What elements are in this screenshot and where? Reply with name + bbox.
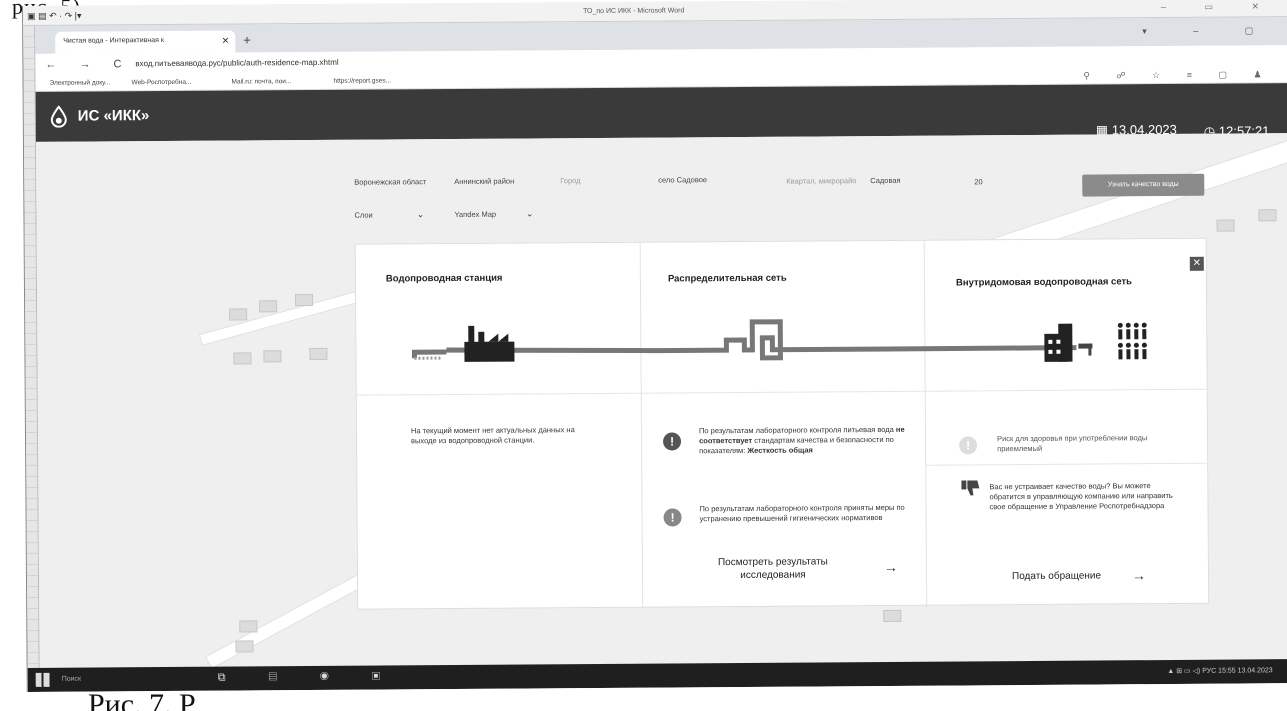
new-tab-button[interactable]: +: [243, 32, 251, 47]
bookmark-item[interactable]: Web-Роспотребна...: [132, 79, 192, 86]
map-house: [883, 609, 902, 623]
city-select[interactable]: Город: [560, 176, 580, 185]
browser-tab[interactable]: Чистая вода - Интерактивная к ✕: [55, 30, 236, 54]
water-drop-icon: [50, 105, 67, 128]
word-window-title: ТО_по ИС ИКК - Microsoft Word: [583, 7, 685, 16]
settlement-select[interactable]: село Садовое: [658, 175, 707, 184]
browser-toolbar-icons[interactable]: ⚲ ☍ ☆ ≡ ▢ ♟: [1083, 69, 1273, 81]
bookmark-item[interactable]: Mail.ru: почта, пои...: [232, 78, 292, 85]
map-house: [263, 350, 282, 363]
check-water-quality-button[interactable]: Узнать качество воды: [1082, 173, 1205, 197]
thumbs-down-icon: [961, 480, 980, 496]
map-house: [1216, 219, 1235, 232]
info-icon: !: [663, 508, 682, 527]
submit-complaint-link[interactable]: Подать обращение: [1012, 569, 1101, 583]
map-house: [239, 620, 258, 633]
section-divider: [925, 462, 1210, 466]
map-house: [233, 352, 252, 365]
map-house: [229, 308, 248, 321]
layers-label: Слои: [354, 210, 373, 220]
column-divider: [923, 240, 928, 607]
panel-separator: [356, 388, 1209, 396]
info-icon: !: [959, 436, 978, 455]
map-house: [259, 300, 278, 313]
people-icon: [1117, 322, 1147, 360]
taskbar-app-icons[interactable]: ⧉ ▤ ◉ ▣: [218, 670, 401, 684]
url-field[interactable]: вход.питьеваявода.рус/public/auth-reside…: [135, 58, 338, 68]
map-road: [198, 286, 376, 346]
district-select[interactable]: Аннинский район: [454, 177, 514, 186]
layers-select[interactable]: Слои ⌄: [354, 209, 424, 220]
document-caption-bottom: Рис. 7. Р: [88, 688, 196, 711]
map-house: [295, 293, 314, 307]
system-tray: ▲ ⊞ ▭ ◁) РУС 15:55 13.04.2023: [1167, 667, 1273, 676]
map-provider-label: Yandex Map: [454, 209, 497, 219]
network-measures-text: По результатам лабораторного контроля пр…: [699, 502, 905, 524]
browser-window-controls[interactable]: ▾ – ▢: [1142, 25, 1275, 37]
station-status-text: На текущий момент нет актуальных данных …: [410, 425, 575, 446]
network-title: Распределительная сеть: [667, 272, 787, 285]
health-risk-text: Риск для здоровья при употреблении воды …: [997, 433, 1148, 454]
screenshot-frame: ▣ ▤ ↶ · ↷ |▾ ТО_по ИС ИКК - Microsoft Wo…: [22, 0, 1287, 692]
navigation-buttons[interactable]: ← → C: [45, 58, 131, 71]
water-pipeline-illustration: [411, 319, 1147, 362]
column-divider: [639, 242, 644, 609]
arrow-right-icon[interactable]: →: [1132, 567, 1146, 583]
app-title[interactable]: ИС «ИКК»: [78, 107, 150, 124]
windows-start-icon[interactable]: [35, 672, 50, 687]
station-title: Водопроводная станция: [385, 272, 503, 285]
street-select[interactable]: Садовая: [870, 176, 900, 185]
msg-prefix: По результатам лабораторного контроля пи…: [698, 424, 896, 436]
network-nonconformity-text: По результатам лабораторного контроля пи…: [699, 425, 909, 456]
tab-title: Чистая вода - Интерактивная к: [63, 37, 164, 45]
region-select[interactable]: Воронежская област: [354, 177, 426, 187]
view-results-link[interactable]: Посмотреть результаты исследования: [688, 555, 858, 582]
map-house: [235, 640, 254, 653]
app-header: ИС «ИКК» ▦ 13.04.2023 ◷ 12:57:21: [35, 83, 1287, 142]
taskbar-search[interactable]: Поиск: [62, 676, 81, 683]
bookmark-item[interactable]: https://report.gses...: [334, 77, 392, 84]
map-provider-select[interactable]: Yandex Map ⌄: [454, 208, 533, 220]
house-network-title: Внутридомовая водопроводная сеть: [955, 276, 1133, 289]
house-number-field[interactable]: 20: [974, 177, 982, 186]
warning-icon: !: [662, 432, 682, 451]
word-quick-access-toolbar[interactable]: ▣ ▤ ↶ · ↷ |▾: [27, 11, 82, 22]
chevron-down-icon: ⌄: [416, 209, 425, 220]
quarter-select[interactable]: Квартал, микрорайо: [786, 176, 856, 185]
document-page: рис. 5). ▣ ▤ ↶ · ↷ |▾ ТО_по ИС ИКК - Mic…: [0, 0, 1287, 711]
map-house: [309, 347, 328, 361]
map-house: [1258, 209, 1277, 222]
arrow-right-icon[interactable]: →: [884, 559, 898, 575]
word-window-controls[interactable]: – ▭ ✕: [1161, 1, 1277, 13]
tab-close-icon[interactable]: ✕: [222, 36, 230, 47]
close-icon[interactable]: ✕: [1189, 256, 1204, 271]
water-quality-panel: ✕ Водопроводная станция Распределительна…: [354, 237, 1210, 610]
building-icon: [1044, 323, 1093, 362]
bookmark-item[interactable]: Электронный доку...: [50, 79, 111, 86]
factory-icon: [464, 325, 515, 362]
complaint-info-text: Вас не устраивает качество воды? Вы може…: [989, 481, 1173, 512]
msg-parameter: Жесткость общая: [747, 445, 813, 455]
chevron-down-icon: ⌄: [525, 208, 534, 219]
map-area[interactable]: Воронежская област Аннинский район Город…: [35, 133, 1287, 668]
